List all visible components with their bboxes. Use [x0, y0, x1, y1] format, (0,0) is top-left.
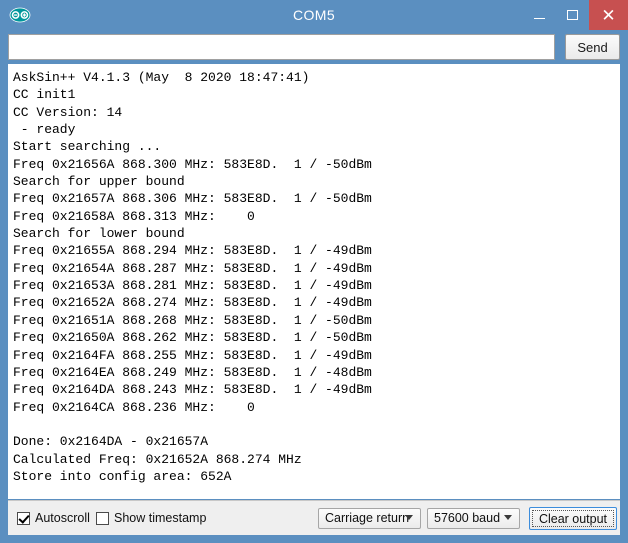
show-timestamp-label: Show timestamp [114, 511, 207, 525]
serial-output-line: Freq 0x2164CA 868.236 MHz: 0 [13, 399, 255, 415]
serial-output-line: Start searching ... [13, 139, 162, 155]
serial-output-line: Freq 0x21653A 868.281 MHz: 583E8D. 1 / -… [13, 278, 372, 294]
send-input[interactable] [8, 34, 555, 60]
show-timestamp-checkbox[interactable]: Show timestamp [96, 510, 206, 526]
chevron-down-icon [405, 515, 413, 520]
serial-output-line: CC Version: 14 [13, 104, 123, 120]
serial-output-line: Freq 0x21657A 868.306 MHz: 583E8D. 1 / -… [13, 191, 372, 207]
serial-output-line: Freq 0x21650A 868.262 MHz: 583E8D. 1 / -… [13, 330, 372, 346]
serial-output-line: Search for lower bound [13, 226, 185, 242]
serial-output-line: Freq 0x21658A 868.313 MHz: 0 [13, 208, 255, 224]
minimize-icon [523, 0, 556, 30]
serial-output-line: Freq 0x21652A 868.274 MHz: 583E8D. 1 / -… [13, 295, 372, 311]
autoscroll-checkbox[interactable]: Autoscroll [17, 510, 90, 526]
send-button[interactable]: Send [565, 34, 620, 60]
baud-rate-dropdown[interactable]: 57600 baud [427, 508, 520, 529]
chevron-down-icon [504, 515, 512, 520]
serial-output-line: Freq 0x2164EA 868.249 MHz: 583E8D. 1 / -… [13, 364, 372, 380]
close-button[interactable]: ✕ [589, 0, 628, 30]
serial-output-line [13, 416, 619, 433]
line-ending-value: Carriage return [325, 511, 410, 525]
close-icon: ✕ [601, 5, 616, 25]
serial-output-line: Done: 0x2164DA - 0x21657A [13, 434, 209, 450]
send-row: Send [8, 34, 620, 60]
clear-output-button[interactable]: Clear output [529, 507, 617, 530]
serial-output-line: AskSin++ V4.1.3 (May 8 2020 18:47:41) [13, 70, 310, 85]
serial-output-line: Search for upper bound [13, 174, 185, 190]
minimize-button[interactable] [523, 0, 556, 30]
line-ending-dropdown[interactable]: Carriage return [318, 508, 421, 529]
title-bar: COM5 ✕ [0, 0, 628, 30]
serial-output-line: Freq 0x21655A 868.294 MHz: 583E8D. 1 / -… [13, 243, 372, 259]
serial-monitor-window: COM5 ✕ Send AskSin++ V4.1.3 (May 8 2020 … [0, 0, 628, 543]
serial-output-lines: AskSin++ V4.1.3 (May 8 2020 18:47:41) CC … [13, 69, 619, 485]
autoscroll-label: Autoscroll [35, 511, 90, 525]
serial-output-line: Freq 0x21654A 868.287 MHz: 583E8D. 1 / -… [13, 260, 372, 276]
footer-toolbar: Autoscroll Show timestamp Carriage retur… [8, 500, 620, 535]
clear-output-label: Clear output [532, 510, 614, 527]
serial-output-line: Freq 0x21651A 868.268 MHz: 583E8D. 1 / -… [13, 312, 372, 328]
serial-output-line: Freq 0x2164FA 868.255 MHz: 583E8D. 1 / -… [13, 347, 372, 363]
serial-output-line: Freq 0x21656A 868.300 MHz: 583E8D. 1 / -… [13, 156, 372, 172]
serial-output-area[interactable]: AskSin++ V4.1.3 (May 8 2020 18:47:41) CC … [8, 64, 620, 499]
maximize-icon [556, 0, 589, 30]
serial-output-line: CC init1 [13, 87, 76, 103]
checkbox-unchecked-icon [96, 511, 109, 525]
serial-output-line: - ready [13, 122, 76, 138]
maximize-button[interactable] [556, 0, 589, 30]
baud-rate-value: 57600 baud [434, 511, 501, 525]
serial-output-line: Calculated Freq: 0x21652A 868.274 MHz [13, 451, 302, 467]
checkbox-checked-icon [17, 511, 30, 525]
serial-output-line: Store into config area: 652A [13, 468, 232, 484]
serial-output-line: Freq 0x2164DA 868.243 MHz: 583E8D. 1 / -… [13, 382, 372, 398]
